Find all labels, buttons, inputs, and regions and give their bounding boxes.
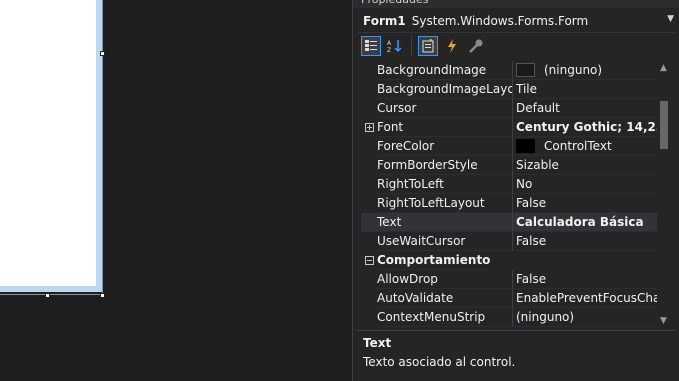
svg-text:Z: Z <box>387 47 391 53</box>
property-value[interactable]: Century Gothic; 14,25pt <box>513 118 667 137</box>
property-pages-wrench-icon <box>469 39 483 53</box>
property-value[interactable]: No <box>513 175 667 194</box>
category-name: Comportamiento <box>377 251 491 270</box>
description-title: Text <box>363 336 392 350</box>
property-name: Font <box>377 118 513 137</box>
property-row[interactable]: ForeColor ControlText <box>361 137 667 156</box>
properties-button[interactable] <box>418 36 438 56</box>
resize-handle-bottom[interactable] <box>45 293 50 298</box>
scroll-thumb[interactable] <box>660 101 668 149</box>
expand-icon[interactable] <box>364 123 374 132</box>
svg-text:A: A <box>387 40 392 47</box>
resize-handle-corner[interactable] <box>100 293 105 298</box>
property-row[interactable]: FormBorderStyle Sizable <box>361 156 667 175</box>
property-row[interactable]: AllowDrop False <box>361 270 667 289</box>
property-pages-button[interactable] <box>466 36 486 56</box>
toolbar-separator <box>411 36 412 56</box>
properties-panel: Propiedades Form1 System.Windows.Forms.F… <box>352 0 679 381</box>
alphabetical-button[interactable]: A Z <box>385 36 405 56</box>
property-value[interactable]: (ninguno) <box>513 308 667 327</box>
property-row[interactable]: Cursor Default <box>361 99 667 118</box>
property-name: ForeColor <box>377 137 513 156</box>
form-selection-outline <box>0 0 103 295</box>
panel-title: Propiedades <box>353 0 679 8</box>
property-grid[interactable]: BackgroundImage (ninguno) BackgroundImag… <box>361 61 667 328</box>
categorized-icon <box>365 40 377 51</box>
resize-handle-right[interactable] <box>100 51 105 56</box>
property-value[interactable]: Sizable <box>513 156 667 175</box>
property-name: AutoValidate <box>377 289 513 308</box>
property-row[interactable]: Font Century Gothic; 14,25pt <box>361 118 667 137</box>
property-name: FormBorderStyle <box>377 156 513 175</box>
image-swatch <box>516 63 535 77</box>
events-lightning-icon <box>448 39 456 53</box>
property-value[interactable]: False <box>513 194 667 213</box>
scroll-up-icon[interactable]: ▲ <box>657 61 670 75</box>
property-row[interactable]: AutoValidate EnablePreventFocusChang <box>361 289 667 308</box>
property-value[interactable]: EnablePreventFocusChang <box>513 289 667 308</box>
collapse-icon[interactable] <box>364 256 374 265</box>
object-name: Form1 <box>363 14 406 28</box>
events-button[interactable] <box>442 36 462 56</box>
property-row[interactable]: RightToLeftLayout False <box>361 194 667 213</box>
property-row[interactable]: ContextMenuStrip (ninguno) <box>361 308 667 327</box>
property-name: Text <box>377 213 513 232</box>
object-selector[interactable]: Form1 System.Windows.Forms.Form ▼ <box>357 10 676 33</box>
properties-toolbar: A Z <box>361 36 486 58</box>
property-row[interactable]: BackgroundImageLayout Tile <box>361 80 667 99</box>
property-row[interactable]: BackgroundImage (ninguno) <box>361 61 667 80</box>
property-row[interactable]: UseWaitCursor False <box>361 232 667 251</box>
property-name: RightToLeftLayout <box>377 194 513 213</box>
property-name: RightToLeft <box>377 175 513 194</box>
description-text: Texto asociado al control. <box>363 355 516 369</box>
property-value[interactable]: ControlText <box>513 137 667 156</box>
property-name: AllowDrop <box>377 270 513 289</box>
property-value[interactable]: (ninguno) <box>513 61 667 80</box>
property-name: BackgroundImageLayout <box>377 80 513 99</box>
property-name: Cursor <box>377 99 513 118</box>
dropdown-arrow-icon[interactable]: ▼ <box>667 14 674 24</box>
property-value[interactable]: Tile <box>513 80 667 99</box>
category-row[interactable]: Comportamiento <box>361 251 667 270</box>
property-name: BackgroundImage <box>377 61 513 80</box>
property-value[interactable]: Default <box>513 99 667 118</box>
color-swatch <box>516 139 535 153</box>
property-value[interactable]: False <box>513 270 667 289</box>
property-name: ContextMenuStrip <box>377 308 513 327</box>
description-pane: Text Texto asociado al control. <box>357 330 676 381</box>
object-type: System.Windows.Forms.Form <box>411 14 589 28</box>
property-value[interactable]: Calculadora Básica <box>513 213 667 232</box>
categorized-button[interactable] <box>361 36 381 56</box>
property-row-selected[interactable]: Text Calculadora Básica <box>361 213 667 232</box>
properties-icon <box>422 39 434 53</box>
property-name: UseWaitCursor <box>377 232 513 251</box>
designer-surface[interactable] <box>0 0 352 381</box>
vertical-scrollbar[interactable]: ▲ ▼ <box>657 61 670 328</box>
property-row[interactable]: RightToLeft No <box>361 175 667 194</box>
alphabetical-icon: A Z <box>387 40 402 53</box>
scroll-down-icon[interactable]: ▼ <box>657 314 670 328</box>
property-value[interactable]: False <box>513 232 667 251</box>
